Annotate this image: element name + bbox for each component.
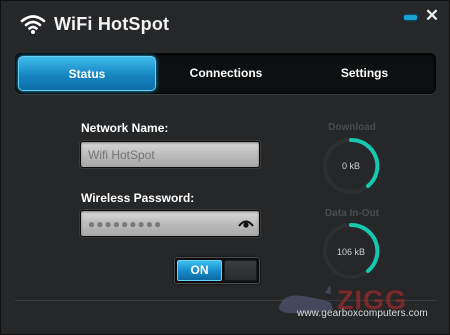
data-in-out-title: Data In-Out (325, 208, 379, 219)
download-title: Download (328, 122, 376, 133)
eye-icon[interactable] (238, 218, 254, 228)
toggle-on-label: ON (177, 260, 222, 281)
zigg-watermark-logo: ZIGG (279, 285, 406, 315)
password-input[interactable] (80, 210, 260, 237)
app-window: WiFi HotSpot ✕ Status Connections Settin… (0, 0, 450, 335)
close-button[interactable]: ✕ (424, 6, 440, 26)
download-value: 0 kB (341, 161, 360, 171)
hotspot-toggle[interactable]: ON (174, 257, 260, 284)
network-name-input[interactable] (80, 141, 260, 168)
tab-bar: Status Connections Settings (15, 53, 436, 94)
wifi-icon (20, 15, 46, 34)
app-title: WiFi HotSpot (54, 14, 170, 34)
title-bar: WiFi HotSpot ✕ (1, 1, 449, 47)
minimize-button[interactable] (404, 15, 417, 20)
password-label: Wireless Password: (81, 191, 195, 205)
network-name-label: Network Name: (81, 121, 169, 135)
watermark-url: www.gearboxcomputers.com (297, 308, 428, 319)
tab-connections[interactable]: Connections (156, 56, 296, 91)
tab-settings[interactable]: Settings (296, 56, 433, 91)
tab-status[interactable]: Status (18, 56, 156, 91)
data-in-out-value: 106 kB (336, 247, 366, 257)
toggle-knob[interactable] (224, 260, 257, 281)
